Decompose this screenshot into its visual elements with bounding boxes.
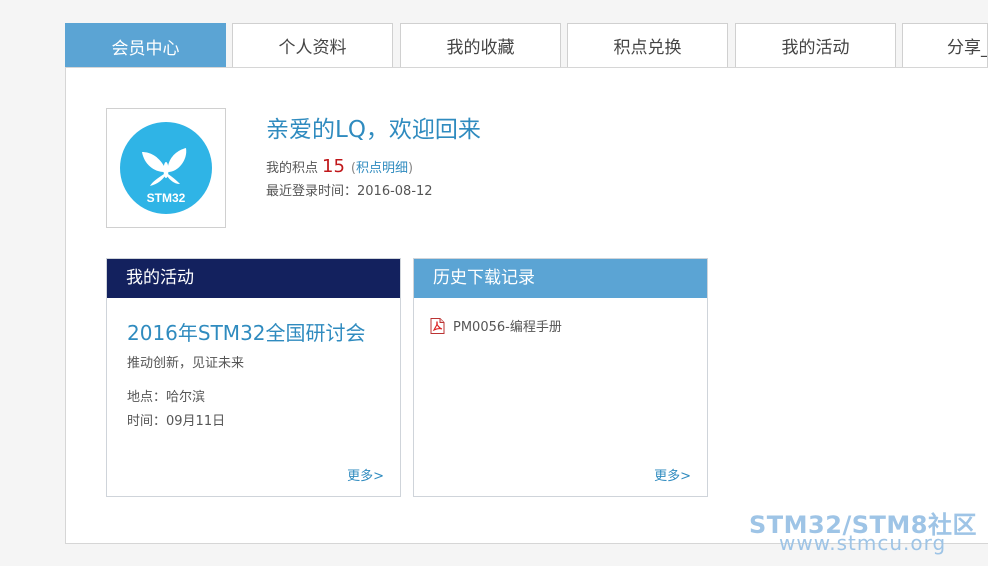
stm32-logo-icon: STM32	[120, 122, 212, 214]
last-login-date: 2016-08-12	[357, 184, 433, 199]
points-detail-link[interactable]: 积点明细	[356, 161, 408, 176]
tab-points-exchange[interactable]: 积点兑换	[567, 23, 728, 67]
event-time: 时间：09月11日	[127, 414, 226, 429]
last-login-label: 最近登录时间：	[266, 184, 358, 199]
avatar: STM32	[106, 108, 226, 228]
history-more-link[interactable]: 更多>	[654, 465, 691, 484]
event-subtitle: 推动创新，见证未来	[127, 356, 245, 371]
watermark-url: www.stmcu.org	[779, 531, 947, 555]
download-history-card: 历史下载记录 PM0056-编程手册 更多>	[413, 258, 708, 497]
download-history-header: 历史下载记录	[414, 259, 707, 298]
download-item[interactable]: PM0056-编程手册	[430, 316, 562, 335]
tab-member-center[interactable]: 会员中心	[65, 23, 226, 68]
tab-favorites[interactable]: 我的收藏	[400, 23, 561, 67]
tab-bar: 会员中心 个人资料 我的收藏 积点兑换 我的活动 分享_	[65, 23, 988, 68]
download-item-name: PM0056-编程手册	[453, 320, 562, 335]
my-activities-header: 我的活动	[107, 259, 400, 298]
welcome-message: 亲爱的LQ，欢迎回来	[266, 117, 481, 143]
points-value: 15	[322, 156, 345, 177]
tab-share[interactable]: 分享_	[902, 23, 988, 67]
activities-more-link[interactable]: 更多>	[347, 465, 384, 484]
my-activities-card: 我的活动 2016年STM32全国研讨会 推动创新，见证未来 地点：哈尔滨 时间…	[106, 258, 401, 497]
event-location: 地点：哈尔滨	[127, 390, 206, 405]
points-label: 我的积点	[266, 161, 319, 176]
avatar-logo-text: STM32	[147, 191, 186, 205]
last-login: 最近登录时间：2016-08-12	[266, 180, 433, 199]
points-summary: 我的积点 15 (积点明细)	[266, 156, 414, 177]
pdf-icon	[430, 317, 445, 334]
event-title-link[interactable]: 2016年STM32全国研讨会	[127, 317, 366, 346]
tab-profile[interactable]: 个人资料	[232, 23, 393, 67]
tab-my-activities[interactable]: 我的活动	[735, 23, 896, 67]
